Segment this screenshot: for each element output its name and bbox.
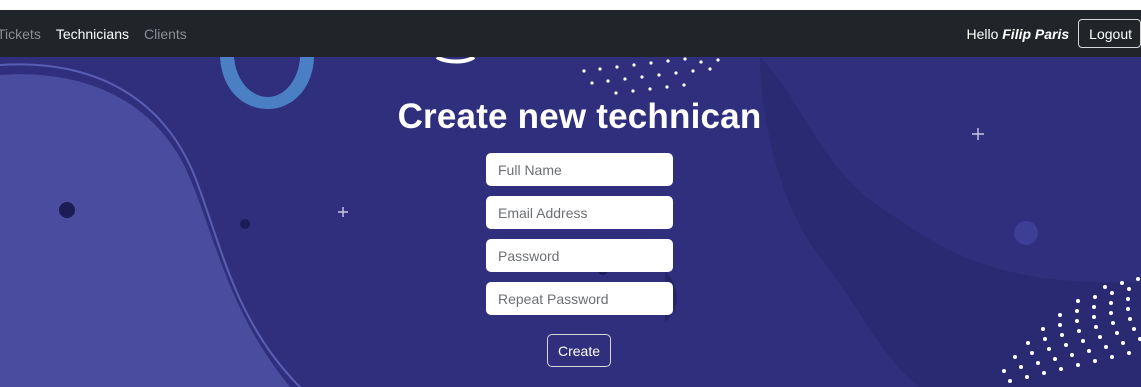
logout-button[interactable]: Logout xyxy=(1078,19,1141,48)
full-name-input[interactable] xyxy=(486,153,673,186)
greeting-text: Hello xyxy=(966,25,999,42)
create-button[interactable]: Create xyxy=(547,334,611,367)
email-address-input[interactable] xyxy=(486,196,673,229)
app-frame: Tickets Technicians Clients Hello Filip … xyxy=(0,10,1141,387)
page-title: Create new technican xyxy=(397,97,762,136)
create-technician-form: Create new technican Create xyxy=(0,57,1141,387)
top-navbar: Tickets Technicians Clients Hello Filip … xyxy=(0,10,1141,57)
nav-links: Tickets Technicians Clients xyxy=(0,10,202,57)
repeat-password-input[interactable] xyxy=(486,282,673,315)
nav-user-area: Hello Filip Paris Logout xyxy=(966,10,1141,57)
nav-technicians-link[interactable]: Technicians xyxy=(56,26,129,42)
user-greeting: Hello Filip Paris xyxy=(966,26,1069,42)
nav-clients-link[interactable]: Clients xyxy=(144,26,187,42)
user-name: Filip Paris xyxy=(1002,25,1070,42)
password-input[interactable] xyxy=(486,239,673,272)
nav-tickets-link[interactable]: Tickets xyxy=(0,26,41,42)
hero-section: Create new technican Create xyxy=(0,57,1141,387)
